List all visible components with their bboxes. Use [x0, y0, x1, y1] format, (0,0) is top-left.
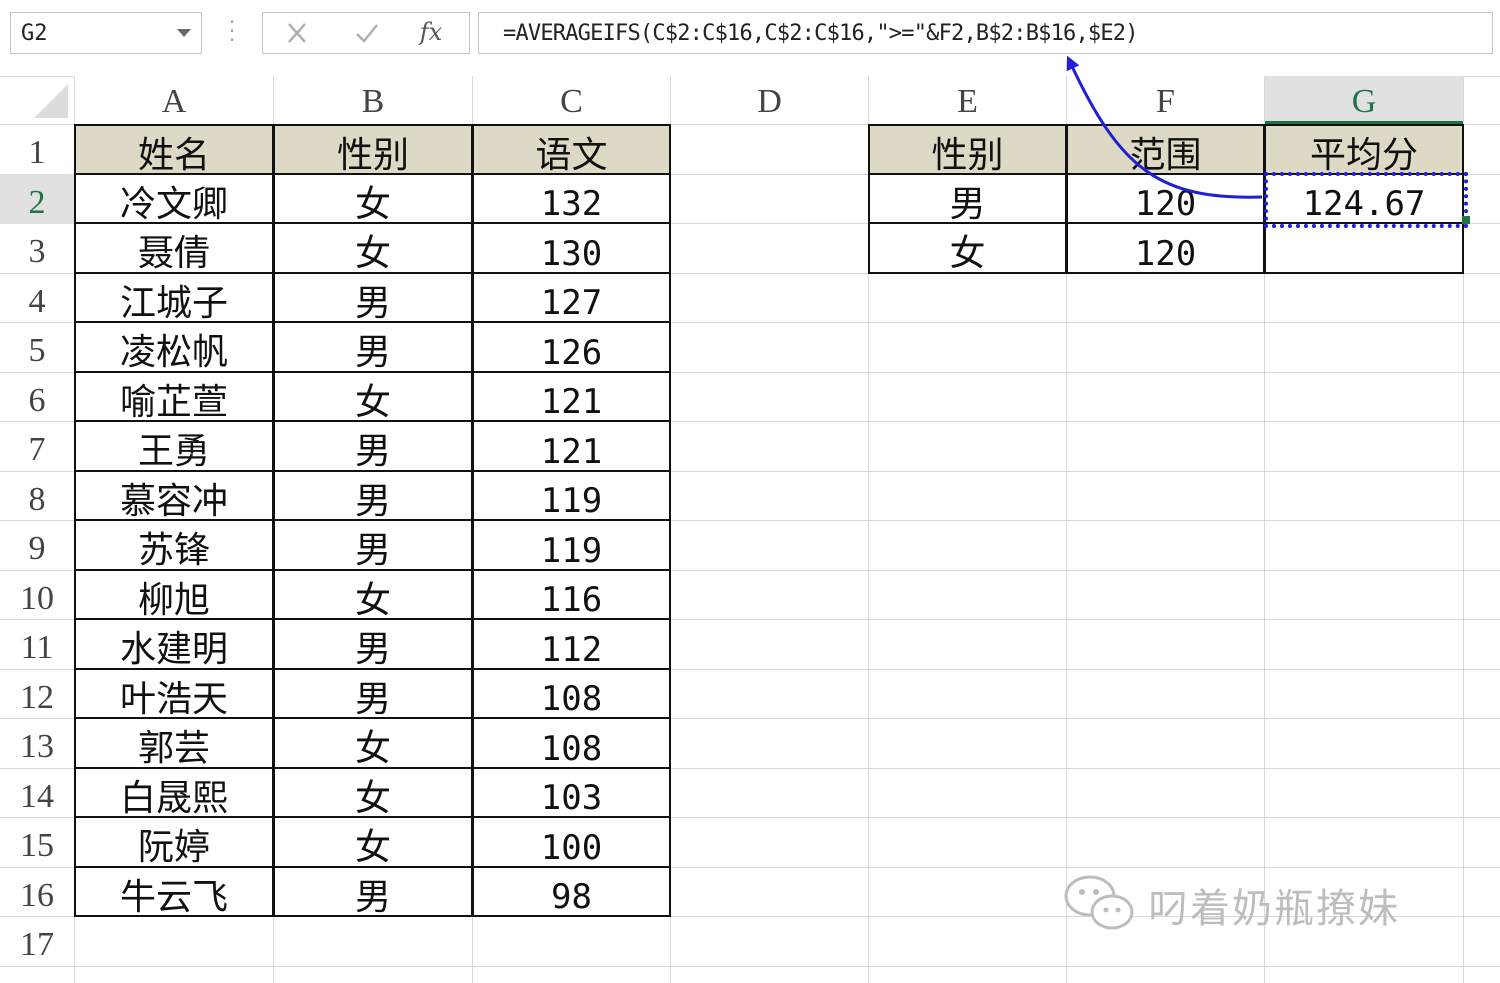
summary-table-cell[interactable]: 女: [868, 223, 1067, 274]
row-header-13[interactable]: 13: [0, 718, 74, 768]
row-header-6[interactable]: 6: [0, 372, 74, 422]
row-header-12[interactable]: 12: [0, 669, 74, 719]
main-table-cell[interactable]: 阮婷: [74, 817, 274, 868]
main-table-cell[interactable]: 牛云飞: [74, 867, 274, 917]
row-header-1[interactable]: 1: [0, 124, 74, 174]
summary-table-cell[interactable]: 男: [868, 174, 1067, 224]
main-table-cell[interactable]: 郭芸: [74, 718, 274, 769]
main-table-cell[interactable]: 108: [472, 669, 671, 719]
summary-table-cell[interactable]: 124.67: [1264, 174, 1464, 224]
main-table-cell[interactable]: 98: [472, 867, 671, 917]
row-header-14[interactable]: 14: [0, 768, 74, 818]
main-table-cell[interactable]: 男: [273, 421, 473, 472]
main-table-cell[interactable]: 女: [273, 718, 473, 769]
select-all-corner[interactable]: [0, 76, 74, 124]
row-header-15[interactable]: 15: [0, 817, 74, 867]
main-table-cell[interactable]: 121: [472, 421, 671, 472]
main-header-cell[interactable]: 语文: [472, 124, 671, 175]
main-table-cell[interactable]: 100: [472, 817, 671, 868]
main-table-cell[interactable]: 男: [273, 471, 473, 521]
row-header-11[interactable]: 11: [0, 619, 74, 669]
summary-header-cell[interactable]: 平均分: [1264, 124, 1464, 175]
row-header-16[interactable]: 16: [0, 867, 74, 917]
summary-table-cell[interactable]: [1264, 223, 1464, 274]
main-table-cell[interactable]: 女: [273, 768, 473, 818]
summary-header-cell[interactable]: 性别: [868, 124, 1067, 175]
main-table-cell[interactable]: 119: [472, 520, 671, 571]
main-table-cell[interactable]: 112: [472, 619, 671, 670]
row-header-3[interactable]: 3: [0, 223, 74, 273]
main-table-cell[interactable]: 121: [472, 372, 671, 422]
main-table-cell[interactable]: 男: [273, 273, 473, 323]
column-header-a[interactable]: A: [75, 76, 273, 124]
summary-table-cell[interactable]: 120: [1066, 223, 1265, 274]
main-table-cell[interactable]: 127: [472, 273, 671, 323]
main-table-cell[interactable]: 130: [472, 223, 671, 274]
select-all-icon: [34, 84, 68, 118]
row-header-17[interactable]: 17: [0, 916, 74, 966]
main-table-cell[interactable]: 王勇: [74, 421, 274, 472]
main-table-cell[interactable]: 柳旭: [74, 570, 274, 620]
main-table-cell[interactable]: 女: [273, 570, 473, 620]
column-header-e[interactable]: E: [869, 76, 1066, 124]
column-header-d[interactable]: D: [671, 76, 868, 124]
main-table-cell[interactable]: 男: [273, 669, 473, 719]
row-header-4[interactable]: 4: [0, 273, 74, 323]
column-header-c[interactable]: C: [473, 76, 670, 124]
main-table-cell[interactable]: 冷文卿: [74, 174, 274, 224]
main-table-cell[interactable]: 白晟熙: [74, 768, 274, 818]
summary-header-cell[interactable]: 范围: [1066, 124, 1265, 175]
main-table-cell[interactable]: 江城子: [74, 273, 274, 323]
wechat-icon: [1064, 875, 1134, 930]
main-table-cell[interactable]: 喻芷萱: [74, 372, 274, 422]
main-table-cell[interactable]: 103: [472, 768, 671, 818]
watermark-text: 叼着奶瓶撩妹: [1148, 886, 1400, 932]
main-header-cell[interactable]: 性别: [273, 124, 473, 175]
gridline-h: [0, 966, 1500, 967]
main-table-cell[interactable]: 苏锋: [74, 520, 274, 571]
row-header-9[interactable]: 9: [0, 520, 74, 570]
main-table-cell[interactable]: 132: [472, 174, 671, 224]
main-table-cell[interactable]: 126: [472, 322, 671, 373]
main-table-cell[interactable]: 119: [472, 471, 671, 521]
main-table-cell[interactable]: 男: [273, 322, 473, 373]
main-table-cell[interactable]: 男: [273, 619, 473, 670]
main-table-cell[interactable]: 女: [273, 372, 473, 422]
main-table-cell[interactable]: 聂倩: [74, 223, 274, 274]
main-table-cell[interactable]: 慕容冲: [74, 471, 274, 521]
main-table-cell[interactable]: 116: [472, 570, 671, 620]
column-header-b[interactable]: B: [274, 76, 472, 124]
main-table-cell[interactable]: 男: [273, 867, 473, 917]
summary-table-cell[interactable]: 120: [1066, 174, 1265, 224]
main-table-cell[interactable]: 女: [273, 174, 473, 224]
row-header-2[interactable]: 2: [0, 174, 74, 224]
row-header-8[interactable]: 8: [0, 471, 74, 521]
main-table-cell[interactable]: 水建明: [74, 619, 274, 670]
main-table-cell[interactable]: 叶浩天: [74, 669, 274, 719]
row-header-7[interactable]: 7: [0, 421, 74, 471]
main-table-cell[interactable]: 女: [273, 817, 473, 868]
main-table-cell[interactable]: 女: [273, 223, 473, 274]
main-table-cell[interactable]: 凌松帆: [74, 322, 274, 373]
row-header-5[interactable]: 5: [0, 322, 74, 372]
main-header-cell[interactable]: 姓名: [74, 124, 274, 175]
main-table-cell[interactable]: 108: [472, 718, 671, 769]
fill-handle[interactable]: [1462, 216, 1470, 224]
column-header-g[interactable]: G: [1265, 76, 1463, 124]
main-table-cell[interactable]: 男: [273, 520, 473, 571]
column-header-f[interactable]: F: [1067, 76, 1264, 124]
row-header-10[interactable]: 10: [0, 570, 74, 620]
spreadsheet-grid: A B C D E F G 1 2 3 4 5 6 7 8 9 10 11 12 13 14 15 16 17 姓名 性别 语文 冷文…: [0, 0, 1500, 983]
